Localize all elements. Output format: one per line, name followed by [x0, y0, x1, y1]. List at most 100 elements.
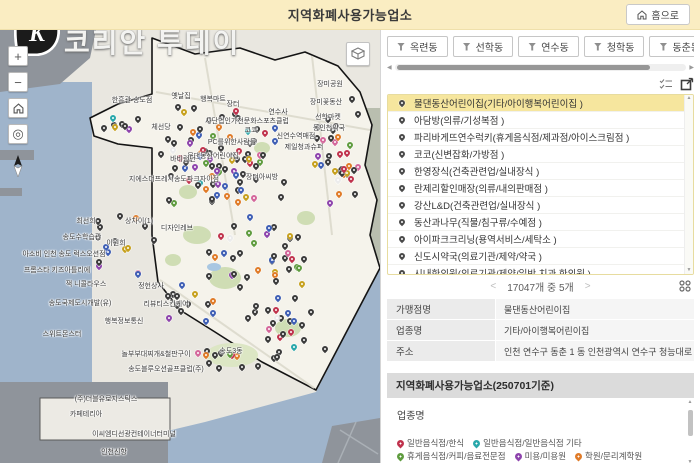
list-item-label: 파리바게뜨연수럭키(휴게음식점/제과점/아이스크림점 ) — [414, 130, 629, 144]
pin-icon — [398, 252, 406, 260]
tab-label: 청학동 — [607, 39, 635, 54]
scroll-up-icon[interactable]: ▲ — [688, 400, 693, 405]
list-item[interactable]: 아담방(의류/기성복점 ) — [388, 112, 684, 129]
list-item-label: 시내한의원(의료기관/제약/일반 치과 한의원 ) — [414, 266, 591, 275]
details-label: 업종명 — [387, 320, 495, 340]
pin-icon — [398, 133, 406, 141]
legend-pin-icon — [396, 438, 406, 448]
filter-icon — [659, 43, 667, 51]
list-item-label: 강산L&D(건축관련업/실내장식 ) — [414, 198, 540, 212]
filter-icon — [594, 43, 602, 51]
home-button[interactable]: 홈으로 — [626, 4, 690, 25]
list-item-label: 아이파크크리닝(용역서비스/세탁소 ) — [414, 232, 557, 246]
details-row: 주소인천 연수구 동춘 1 동 인천광역시 연수구 청능대로 38 — [387, 341, 694, 361]
district-tabs: 옥련동선학동연수동청학동동춘동송도동 — [387, 35, 694, 62]
home-button-label: 홈으로 — [651, 7, 679, 22]
legend-label: 일반음식점/일반음식점 기타 — [483, 437, 582, 449]
tab-동춘동[interactable]: 동춘동 — [649, 36, 694, 57]
next-page-button[interactable]: > — [585, 281, 591, 292]
tab-청학동[interactable]: 청학동 — [584, 36, 645, 57]
legend-pin-icon — [574, 451, 584, 461]
tab-label: 옥련동 — [410, 39, 438, 54]
legend-label: 학원/문리계학원 — [585, 450, 642, 462]
list-item[interactable]: 아이파크크리닝(용역서비스/세탁소 ) — [388, 231, 684, 248]
details-table: 가맹점명물댄동산어린이집업종명기타/아이행복어린이집주소인천 연수구 동춘 1 … — [387, 299, 694, 361]
filter-icon — [397, 43, 405, 51]
tab-연수동[interactable]: 연수동 — [518, 36, 579, 57]
scroll-left-icon[interactable]: ◀ — [387, 65, 392, 71]
details-row: 가맹점명물댄동산어린이집 — [387, 299, 694, 319]
legend-body: 업종명 일반음식점/한식 일반음식점/일반음식점 기타휴게음식점/커피/음료전문점… — [387, 398, 694, 463]
list-item-label: 한영장식(건축관련업/실내장식 ) — [414, 164, 539, 178]
tabs-scrollbar[interactable]: ◀ ▶ — [387, 63, 694, 72]
list-scrollbar[interactable]: ▲ ▼ — [684, 95, 693, 274]
logo-letter: K — [28, 30, 47, 47]
pin-icon — [398, 184, 406, 192]
compass-needle[interactable] — [8, 154, 28, 178]
compass-icon — [12, 155, 24, 177]
list-item[interactable]: 한영장식(건축관련업/실내장식 ) — [388, 163, 684, 180]
list-item[interactable]: 강산L&D(건축관련업/실내장식 ) — [388, 197, 684, 214]
tabs-scrollbar-thumb[interactable] — [397, 65, 651, 70]
tab-label: 연수동 — [541, 39, 569, 54]
list-item[interactable]: 물댄동산어린이집(기타/아이행복어린이집 ) — [388, 95, 684, 112]
page-title: 지역화폐사용가능업소 — [288, 5, 413, 24]
legend-item: 미용/미용원 — [515, 450, 566, 462]
tab-선학동[interactable]: 선학동 — [453, 36, 514, 57]
details-value: 기타/아이행복어린이집 — [496, 320, 694, 340]
legend-pin-icon — [472, 438, 482, 448]
list-item[interactable]: 신도시약국(의료기관/제약/약국 ) — [388, 248, 684, 265]
list-item[interactable]: 코코(신변잡화/가방점 ) — [388, 146, 684, 163]
main-area: 한흥관 송도점옛날집행복마트장터연수사장미공원장미꽃동산선학마켓동인천약국사단법… — [0, 30, 700, 463]
filter-icon — [463, 43, 471, 51]
map-canvas[interactable]: 한흥관 송도점옛날집행복마트장터연수사장미공원장미꽃동산선학마켓동인천약국사단법… — [0, 30, 380, 463]
locate-button[interactable]: ◎ — [8, 124, 28, 144]
legend-scrollbar-thumb[interactable] — [688, 410, 693, 436]
legend-subtitle: 업종명 — [397, 407, 680, 422]
map-home-button[interactable] — [8, 98, 28, 118]
pin-icon — [398, 99, 406, 107]
tab-label: 동춘동 — [672, 39, 694, 54]
list-item-label: 동산과나무(직물/침구류/수예점 ) — [414, 215, 542, 229]
app-root: 지역화폐사용가능업소 홈으로 — [0, 0, 700, 463]
zoom-in-button[interactable]: + — [8, 46, 28, 66]
home-icon — [637, 10, 647, 20]
legend-item: 휴게음식점/커피/음료전문점 — [397, 450, 506, 462]
prev-page-button[interactable]: < — [490, 281, 496, 292]
layers-button[interactable] — [346, 42, 370, 66]
list-item[interactable]: 란제리할인매장(의류/내의판매점 ) — [388, 180, 684, 197]
business-list-panel: 물댄동산어린이집(기타/아이행복어린이집 )아담방(의류/기성복점 ) 파리바게뜨… — [387, 94, 694, 275]
legend-title: 지역화폐사용가능업소(250701기준) — [387, 373, 694, 398]
legend-item: 일반음식점/한식 — [397, 437, 464, 449]
list-item[interactable]: 파리바게뜨연수럭키(휴게음식점/제과점/아이스크림점 ) — [388, 129, 684, 146]
legend-pin-icon — [513, 451, 523, 461]
expand-icon[interactable] — [680, 77, 694, 91]
list-item-label: 아담방(의류/기성복점 ) — [414, 113, 504, 127]
home-icon — [13, 103, 24, 114]
layers-icon — [351, 47, 365, 61]
pin-icon — [398, 150, 406, 158]
legend-label: 휴게음식점/커피/음료전문점 — [407, 450, 506, 462]
checklist-icon[interactable] — [659, 78, 673, 89]
legend-item: 일반음식점/일반음식점 기타 — [473, 437, 582, 449]
details-label: 가맹점명 — [387, 299, 495, 319]
list-item-label: 란제리할인매장(의류/내의판매점 ) — [414, 181, 548, 195]
list-toolbar — [387, 75, 694, 92]
list-item[interactable]: 동산과나무(직물/침구류/수예점 ) — [388, 214, 684, 231]
scroll-down-icon[interactable]: ▼ — [687, 268, 692, 273]
details-value: 인천 연수구 동춘 1 동 인천광역시 연수구 청능대로 38 — [496, 341, 694, 361]
scroll-up-icon[interactable]: ▲ — [687, 96, 692, 101]
list-item[interactable]: 시내한의원(의료기관/제약/일반 치과 한의원 ) — [388, 265, 684, 275]
tab-옥련동[interactable]: 옥련동 — [387, 36, 448, 57]
legend-items: 일반음식점/한식 일반음식점/일반음식점 기타휴게음식점/커피/음료전문점 미용/미… — [397, 437, 680, 463]
grid-view-icon[interactable] — [679, 280, 691, 295]
scroll-right-icon[interactable]: ▶ — [689, 65, 694, 71]
pond — [207, 263, 221, 271]
tabs-scrollbar-track[interactable] — [395, 64, 687, 71]
details-value: 물댄동산어린이집 — [496, 299, 694, 319]
zoom-out-button[interactable]: − — [8, 72, 28, 92]
map-controls: + − ◎ — [8, 46, 28, 178]
business-list: 물댄동산어린이집(기타/아이행복어린이집 )아담방(의류/기성복점 ) 파리바게뜨… — [388, 95, 684, 275]
pin-icon — [398, 116, 406, 124]
legend-section: 지역화폐사용가능업소(250701기준) 업종명 일반음식점/한식 일반음식점/일… — [387, 373, 694, 463]
